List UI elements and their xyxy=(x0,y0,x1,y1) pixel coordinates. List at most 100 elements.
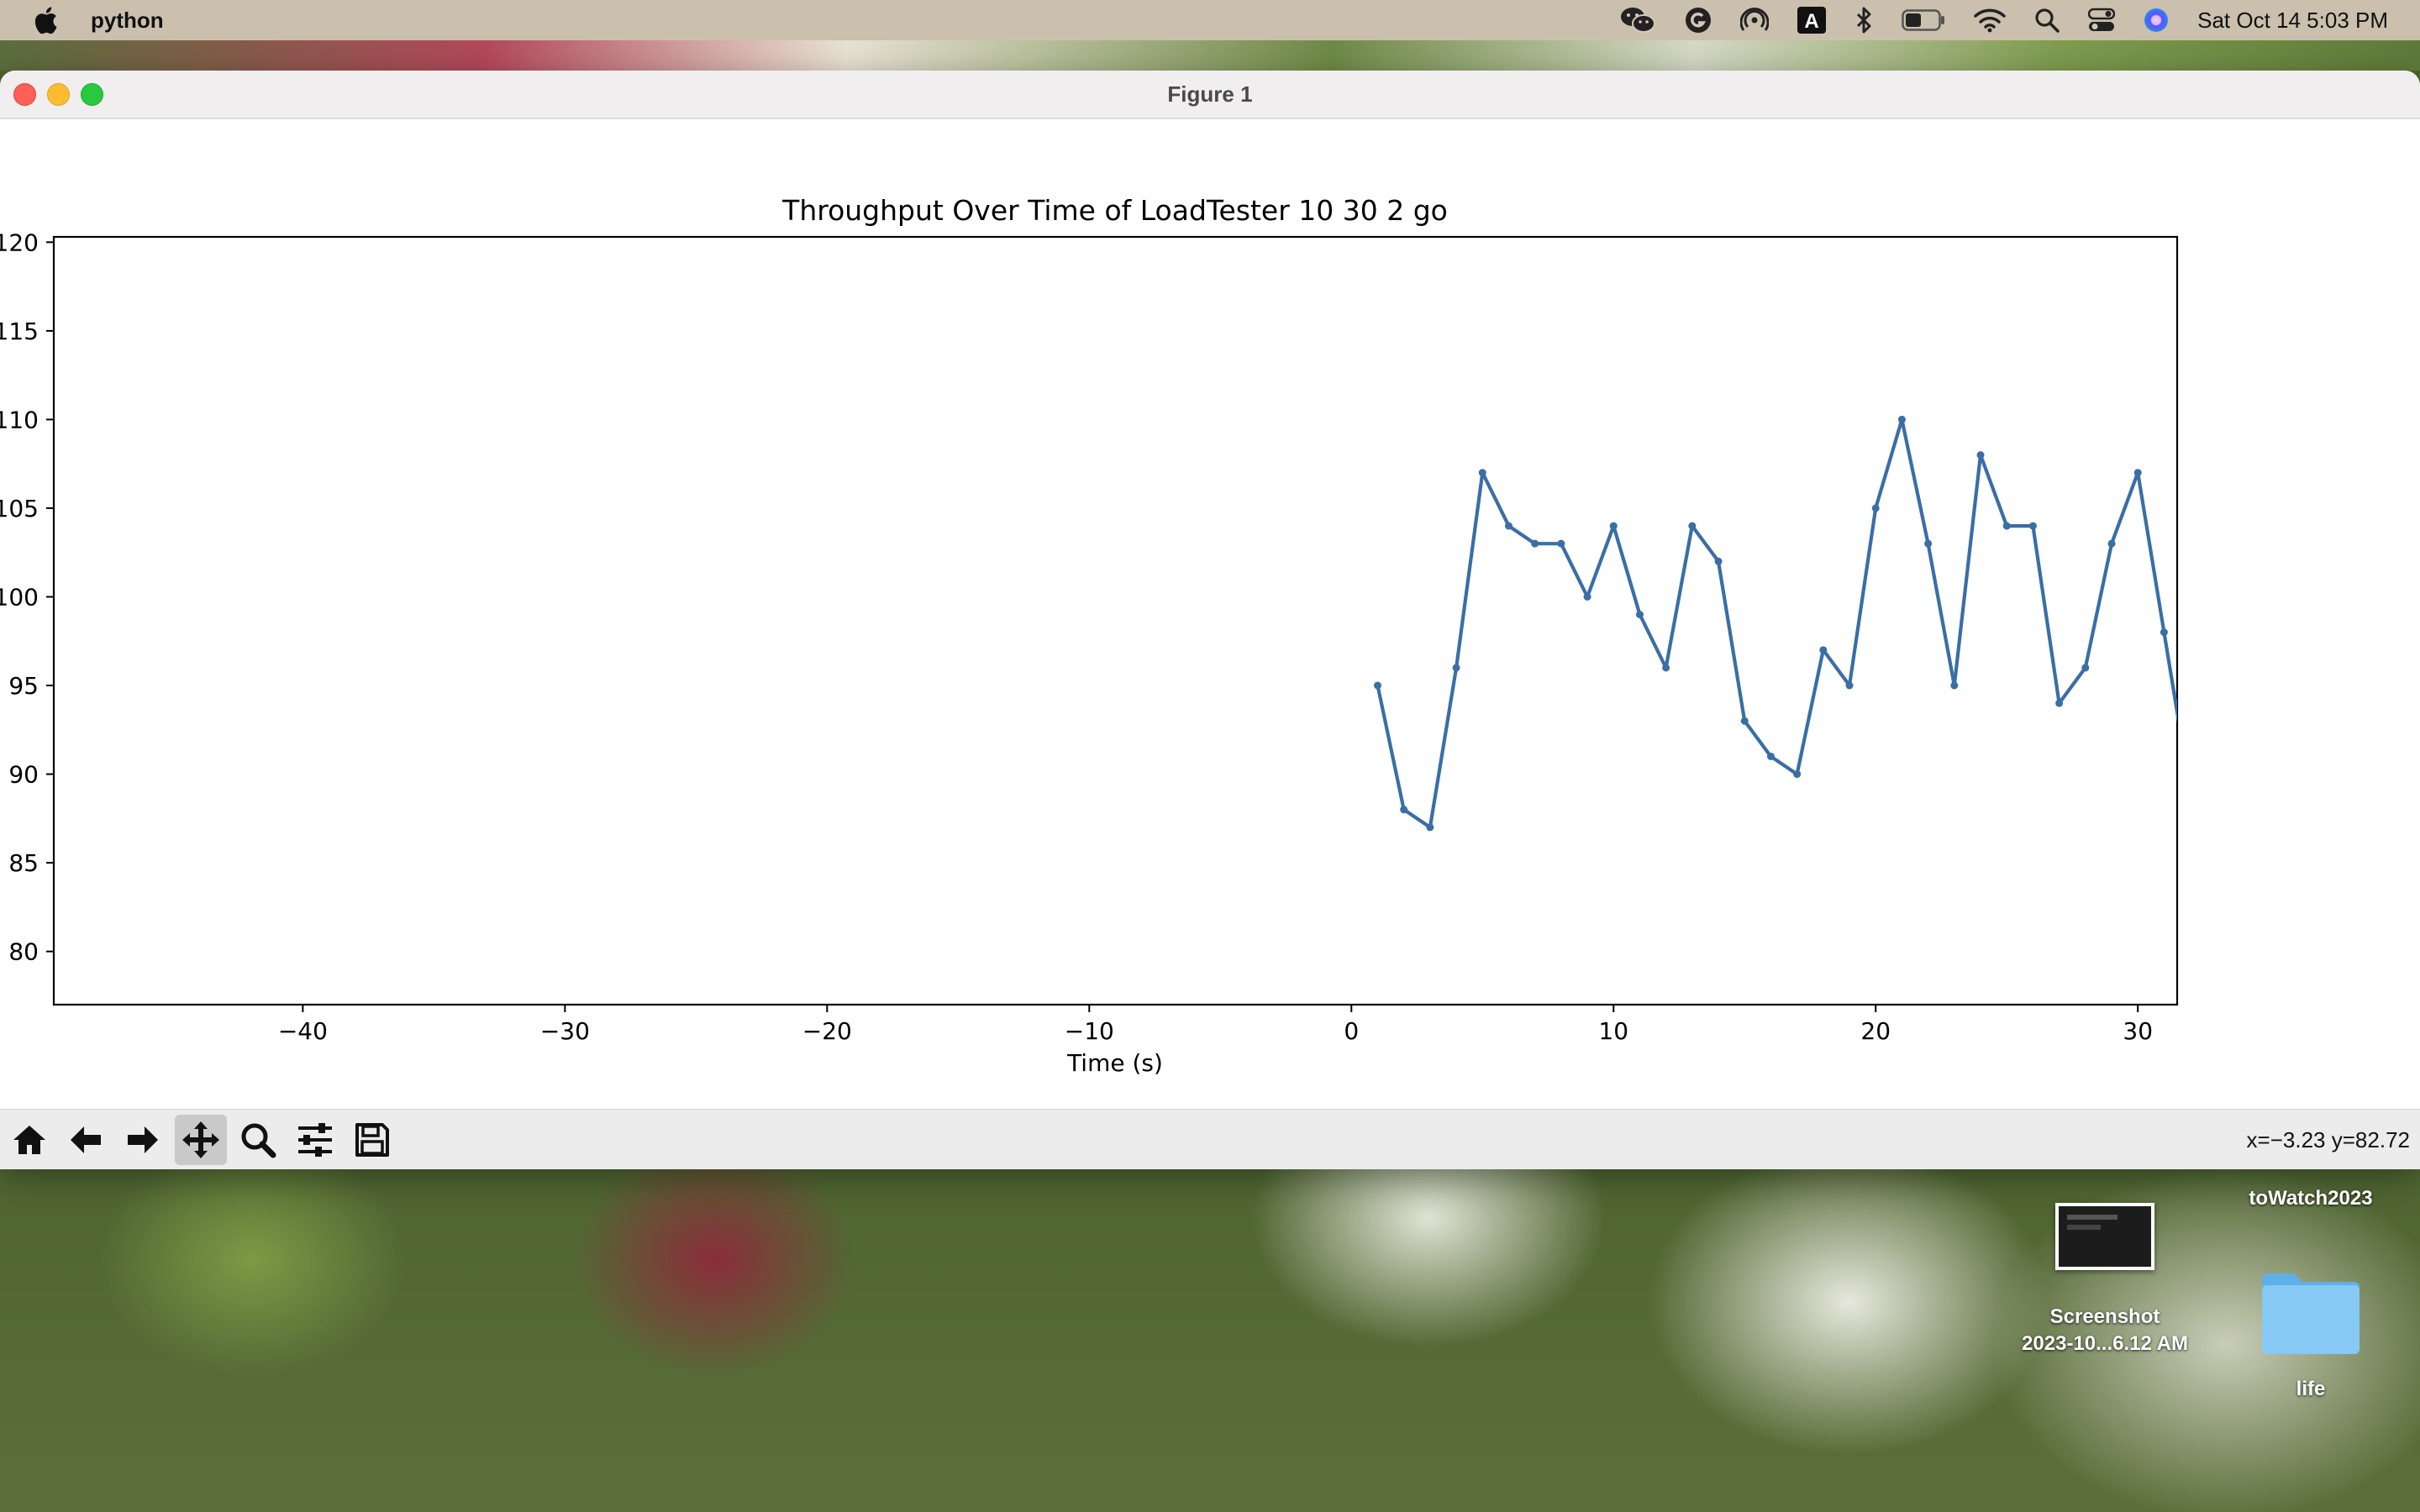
desktop-screenshot-item[interactable] xyxy=(2050,1201,2160,1270)
data-point xyxy=(1373,681,1381,690)
data-point xyxy=(1662,664,1670,672)
data-point xyxy=(1793,770,1802,779)
menu-bar: python A Sat Oct 14 5:03 PM xyxy=(0,0,2420,40)
y-tick-label: 115 xyxy=(0,318,39,345)
zoom-button[interactable] xyxy=(232,1115,284,1165)
data-point xyxy=(1714,557,1723,565)
control-center-icon[interactable] xyxy=(2088,0,2116,40)
data-point xyxy=(1426,823,1434,832)
save-button[interactable] xyxy=(346,1115,398,1165)
pan-icon xyxy=(182,1121,219,1158)
screenshot-label[interactable]: Screenshot 2023-10...6.12 AM xyxy=(1983,1304,2227,1357)
figure-window: Figure 1 Throughput Over Time of LoadTes… xyxy=(0,71,2420,1169)
y-tick-label: 95 xyxy=(8,672,39,700)
y-tick-label: 85 xyxy=(8,849,39,877)
data-point xyxy=(1452,664,1460,672)
cursor-coordinates: x=−3.23 y=82.72 xyxy=(2246,1127,2410,1152)
x-tick-label: 0 xyxy=(1344,1017,1359,1045)
data-point xyxy=(2107,539,2116,548)
battery-icon[interactable] xyxy=(1902,0,1945,40)
airdrop-icon[interactable] xyxy=(1740,0,1770,40)
save-icon xyxy=(355,1123,389,1157)
pan-button[interactable] xyxy=(175,1115,227,1165)
matplotlib-toolbar: x=−3.23 y=82.72 xyxy=(0,1109,2420,1169)
input-method-icon[interactable]: A xyxy=(1797,0,1827,40)
y-tick-label: 90 xyxy=(8,761,39,789)
desktop-folder-label-towatch[interactable]: toWatch2023 xyxy=(2202,1187,2420,1210)
menubar-clock[interactable]: Sat Oct 14 5:03 PM xyxy=(2197,8,2388,34)
y-tick-label: 80 xyxy=(8,938,39,966)
data-point xyxy=(1688,522,1697,530)
y-tick-label: 110 xyxy=(0,406,39,433)
data-point xyxy=(2160,628,2168,637)
bluetooth-icon[interactable] xyxy=(1854,0,1873,40)
y-tick-label: 120 xyxy=(0,228,39,256)
back-button[interactable] xyxy=(60,1115,113,1165)
data-point xyxy=(2055,699,2064,707)
data-point xyxy=(1531,539,1539,548)
x-tick-label: 30 xyxy=(2123,1017,2153,1045)
folder-icon[interactable] xyxy=(2259,1268,2363,1356)
y-tick-label: 105 xyxy=(0,495,39,522)
data-point xyxy=(2028,522,2037,530)
line-chart[interactable]: Throughput Over Time of LoadTester 10 30… xyxy=(0,119,2420,1109)
data-point xyxy=(2133,469,2142,477)
data-point xyxy=(1740,717,1749,725)
window-titlebar[interactable]: Figure 1 xyxy=(0,71,2420,119)
data-point xyxy=(1845,681,1854,690)
data-point xyxy=(1609,522,1618,530)
data-point xyxy=(1583,593,1591,601)
screenshot-thumbnail-icon xyxy=(2055,1203,2154,1270)
x-tick-label: −20 xyxy=(802,1017,852,1045)
series-line xyxy=(1376,417,2177,830)
data-point xyxy=(1400,806,1408,814)
data-point xyxy=(2002,522,2011,530)
x-tick-label: 20 xyxy=(1860,1017,1891,1045)
folder-label-life[interactable]: life xyxy=(2227,1378,2395,1401)
data-point xyxy=(1478,469,1486,477)
x-tick-label: −10 xyxy=(1065,1017,1114,1045)
screenshot-label-line-2: 2023-10...6.12 AM xyxy=(2022,1332,2188,1355)
chart-title: Throughput Over Time of LoadTester 10 30… xyxy=(781,194,1448,227)
data-point xyxy=(1871,504,1880,512)
screenshot-label-line-1: Screenshot xyxy=(2049,1305,2160,1328)
wechat-icon[interactable] xyxy=(1619,0,1656,40)
data-point xyxy=(2186,788,2194,795)
input-method-letter: A xyxy=(1804,10,1818,33)
y-tick-label: 100 xyxy=(0,584,39,612)
data-point xyxy=(2081,664,2090,672)
x-axis-label: Time (s) xyxy=(1066,1049,1163,1077)
forward-icon xyxy=(128,1126,158,1153)
app-name[interactable]: python xyxy=(91,8,164,34)
x-axis: −40 −30 −20 −10 0 10 20 30 xyxy=(278,1005,2153,1045)
x-tick-label: 10 xyxy=(1598,1017,1628,1045)
data-point xyxy=(1557,539,1565,548)
data-point xyxy=(1976,451,1985,459)
figure-canvas[interactable]: Throughput Over Time of LoadTester 10 30… xyxy=(0,119,2420,1109)
x-tick-label: −30 xyxy=(540,1017,590,1045)
wifi-icon[interactable] xyxy=(1974,0,2006,40)
data-point xyxy=(1504,522,1512,530)
zoom-icon xyxy=(241,1123,276,1158)
data-point xyxy=(1924,539,1933,548)
spotlight-search-icon[interactable] xyxy=(2034,0,2060,40)
home-button[interactable] xyxy=(3,1115,55,1165)
data-point xyxy=(1950,681,1959,690)
data-point xyxy=(1897,415,1906,423)
x-tick-label: −40 xyxy=(278,1017,328,1045)
window-title: Figure 1 xyxy=(1167,81,1253,107)
configure-subplots-button[interactable] xyxy=(289,1115,341,1165)
data-point xyxy=(1766,752,1775,760)
grammarly-icon[interactable] xyxy=(1685,0,1712,40)
status-area: A Sat Oct 14 5:03 PM xyxy=(1619,0,2388,40)
y-axis: 80 85 90 95 100 105 110 115 120 xyxy=(0,228,54,966)
data-point xyxy=(1819,646,1828,654)
back-icon xyxy=(71,1126,101,1153)
siri-icon[interactable] xyxy=(2144,0,2169,40)
configure-subplots-icon xyxy=(298,1123,332,1157)
data-point xyxy=(1635,611,1644,619)
forward-button[interactable] xyxy=(116,1115,168,1165)
apple-icon[interactable] xyxy=(32,7,59,34)
desktop-wallpaper-top xyxy=(0,40,2420,71)
series-points xyxy=(1373,415,2194,832)
